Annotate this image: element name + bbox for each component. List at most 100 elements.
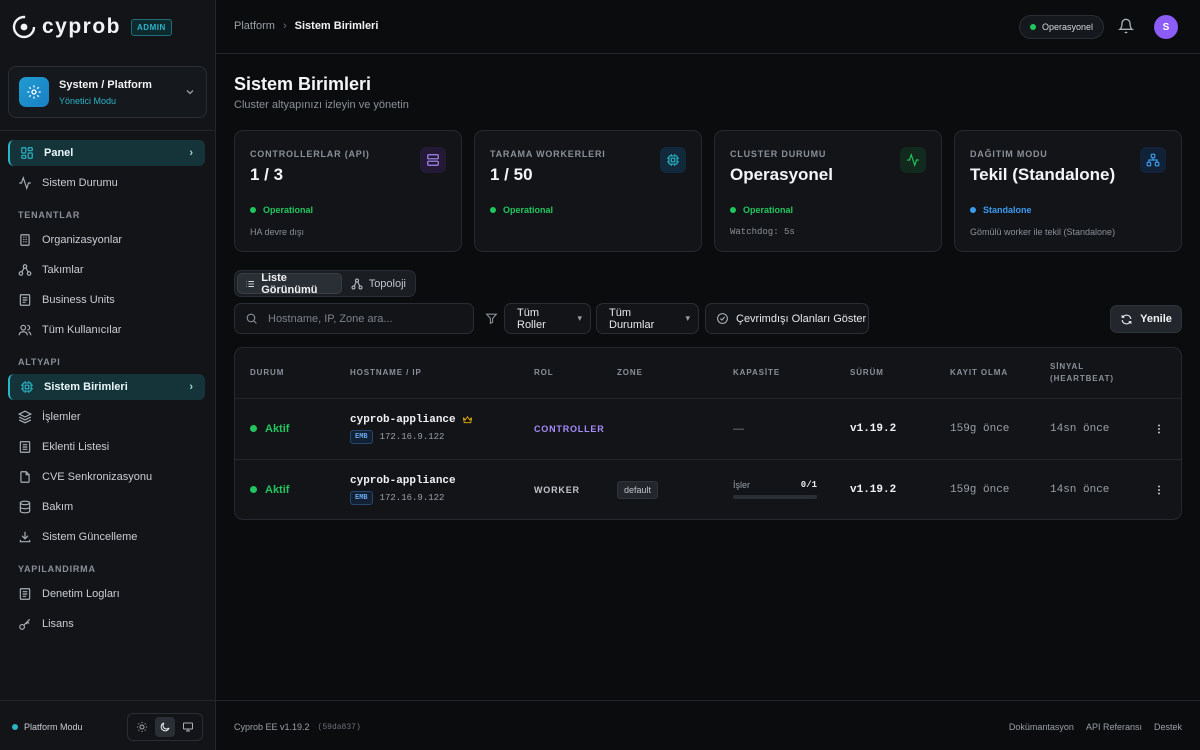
sidebar-item-system-status[interactable]: Sistem Durumu: [8, 170, 205, 196]
workspace-title: System / Platform: [59, 78, 152, 91]
sidebar-item-operations[interactable]: İşlemler: [8, 404, 205, 430]
status-select[interactable]: Tüm Durumlar ▾: [596, 303, 699, 334]
stat-card-workers: TARAMA WORKERLERI 1 / 50 Operational: [474, 130, 702, 252]
filter-icon: [485, 313, 498, 325]
stat-value: 1 / 3: [250, 165, 284, 184]
tab-label: Topoloji: [368, 277, 406, 290]
more-vertical-icon[interactable]: [1153, 398, 1165, 459]
refresh-button[interactable]: Yenile: [1110, 305, 1182, 333]
status-cell: Aktif: [250, 398, 289, 459]
key-icon: [19, 618, 31, 630]
sidebar-item-system-update[interactable]: Sistem Güncelleme: [8, 524, 205, 550]
docs-link[interactable]: Dokümantasyon: [1009, 722, 1074, 732]
hostname: cyprob-appliance: [350, 414, 473, 426]
sidebar-item-teams[interactable]: Takımlar: [8, 257, 205, 283]
building-icon: [20, 234, 30, 246]
database-icon: [19, 500, 31, 514]
moon-icon[interactable]: [154, 717, 175, 737]
sidebar-item-maintenance[interactable]: Bakım: [8, 494, 205, 520]
chevron-right-icon: ›: [189, 147, 193, 159]
stat-label: CONTROLLERLAR (API): [250, 149, 370, 159]
column-header[interactable]: DURUM: [250, 348, 284, 398]
sidebar-item-license[interactable]: Lisans: [8, 611, 205, 637]
layers-icon: [18, 410, 32, 424]
heartbeat-cell: 14sn önce: [1050, 422, 1110, 435]
tab-topology[interactable]: Topoloji: [344, 273, 413, 294]
support-link[interactable]: Destek: [1154, 722, 1182, 732]
column-header[interactable]: SÜRÜM: [850, 348, 884, 398]
refresh-icon: [1121, 314, 1132, 324]
api-reference-link[interactable]: API Referansı: [1086, 722, 1142, 732]
zone-badge: default: [617, 480, 659, 499]
capacity-header: İşler 0/1: [733, 480, 817, 490]
column-header[interactable]: SİNYAL (HEARTBEAT): [1050, 348, 1130, 398]
show-offline-toggle[interactable]: Çevrimdışı Olanları Göster: [705, 303, 869, 334]
hostname-cell: cyprob-appliance EMB 172.16.9.122: [350, 459, 456, 519]
monitor-icon[interactable]: [178, 717, 198, 737]
sidebar-item-business-units[interactable]: Business Units: [8, 287, 205, 313]
sidebar-item-label: CVE Senkronizasyonu: [42, 471, 153, 483]
capacity-cell: —: [733, 422, 744, 435]
sidebar-item-label: Business Units: [42, 294, 115, 306]
chevron-down-icon: [186, 90, 194, 95]
stat-status-label: Operational: [743, 205, 794, 215]
crown-icon: [462, 415, 472, 424]
cpu-icon: [660, 147, 686, 173]
sidebar-divider: [0, 130, 216, 131]
more-vertical-icon[interactable]: [1153, 459, 1165, 519]
column-header[interactable]: KAPASİTE: [733, 348, 780, 398]
sidebar-item-cve-sync[interactable]: CVE Senkronizasyonu: [8, 464, 205, 490]
sidebar-item-all-users[interactable]: Tüm Kullanıcılar: [8, 317, 205, 343]
table-row[interactable]: Aktif cyprob-appliance EMB 172.16.9.122 …: [235, 398, 1181, 459]
platform-mode: Platform Modu: [12, 722, 83, 732]
top-bar: Platform › Sistem Birimleri Operasyonel …: [216, 0, 1200, 54]
role-select[interactable]: Tüm Roller ▾: [504, 303, 591, 334]
sidebar-item-organizations[interactable]: Organizasyonlar: [8, 227, 205, 253]
activity-icon: [19, 176, 31, 190]
bell-icon[interactable]: [1118, 18, 1134, 34]
sidebar-item-audit-logs[interactable]: Denetim Logları: [8, 581, 205, 607]
topology-icon: [351, 278, 363, 289]
sun-icon[interactable]: [132, 717, 152, 737]
view-tabs: Liste Görünümü Topoloji: [234, 270, 416, 297]
tab-list-view[interactable]: Liste Görünümü: [237, 272, 342, 296]
chevron-down-icon: ▾: [577, 313, 582, 323]
file-list-icon: [19, 588, 31, 600]
search-field[interactable]: [234, 303, 474, 334]
hostname: cyprob-appliance: [350, 475, 456, 487]
sidebar-item-system-units[interactable]: Sistem Birimleri ›: [8, 374, 205, 400]
sidebar-item-label: Takımlar: [42, 264, 84, 276]
check-circle-icon: [717, 313, 728, 324]
column-header[interactable]: ZONE: [617, 348, 643, 398]
breadcrumb-platform[interactable]: Platform: [234, 20, 275, 32]
stat-value: Operasyonel: [730, 165, 833, 184]
system-status-badge[interactable]: Operasyonel: [1019, 15, 1105, 39]
search-input[interactable]: [268, 312, 458, 325]
column-header[interactable]: KAYIT OLMA: [950, 348, 1008, 398]
capacity-value: 0/1: [800, 480, 817, 490]
sidebar-item-panel[interactable]: Panel ›: [8, 140, 205, 166]
embedded-badge: EMB: [350, 429, 373, 444]
column-header[interactable]: HOSTNAME / IP: [350, 348, 422, 398]
capacity-bar: [733, 495, 817, 499]
stat-note: Gömülü worker ile tekil (Standalone): [970, 227, 1116, 237]
brand-logo[interactable]: cyprob ADMIN: [12, 14, 172, 40]
breadcrumb-current: Sistem Birimleri: [294, 20, 379, 32]
column-header[interactable]: ROL: [534, 348, 554, 398]
section-label-infra: ALTYAPI: [18, 357, 61, 367]
status-text: Aktif: [265, 483, 290, 496]
app-version: Cyprob EE v1.19.2: [234, 722, 310, 732]
workspace-switcher[interactable]: System / Platform Yönetici Modu: [8, 66, 207, 118]
network-icon: [1140, 147, 1166, 173]
chevron-right-icon: ›: [189, 381, 193, 393]
capacity-cell: İşler 0/1: [733, 459, 817, 519]
section-label-config: YAPILANDIRMA: [18, 564, 96, 574]
status-cell: Aktif: [250, 459, 290, 519]
sidebar-item-plugins[interactable]: Eklenti Listesi: [8, 434, 205, 460]
stat-note: Watchdog: 5s: [730, 227, 795, 237]
avatar[interactable]: S: [1154, 15, 1178, 39]
stat-note: HA devre dışı: [250, 227, 305, 237]
heartbeat-cell: 14sn önce: [1050, 483, 1110, 496]
admin-badge: ADMIN: [131, 18, 172, 36]
table-row[interactable]: Aktif cyprob-appliance EMB 172.16.9.122 …: [235, 459, 1181, 519]
